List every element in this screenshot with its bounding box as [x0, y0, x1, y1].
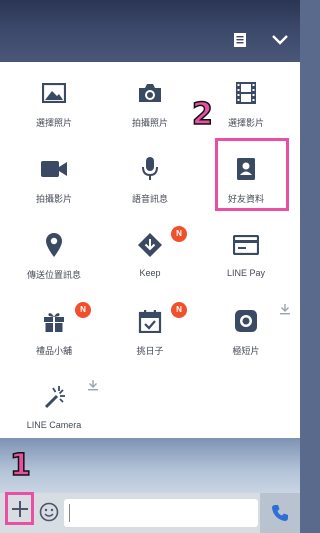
- menu-item-take-photo[interactable]: 拍攝照片: [102, 62, 198, 138]
- menu-item-keep[interactable]: N Keep: [102, 214, 198, 290]
- video-camera-icon: [39, 154, 69, 184]
- menu-item-contact-info[interactable]: 好友資料: [198, 138, 294, 214]
- annotation-step-1: 1: [9, 447, 31, 484]
- call-button[interactable]: [260, 493, 300, 533]
- menu-item-label: 傳送位置訊息: [26, 270, 81, 280]
- menu-item-label: Keep: [139, 268, 161, 278]
- menu-item-label: 拍攝影片: [35, 194, 72, 204]
- menu-item-schedule[interactable]: N 挑日子: [102, 290, 198, 366]
- menu-item-label: 選擇影片: [227, 118, 264, 128]
- emoji-button[interactable]: [38, 501, 60, 523]
- keep-icon: N: [135, 226, 187, 260]
- magic-wand-icon: [39, 380, 98, 412]
- menu-item-snap-movie[interactable]: 極短片: [198, 290, 294, 366]
- chevron-down-icon[interactable]: [268, 28, 292, 52]
- new-badge: N: [75, 302, 91, 318]
- menu-item-label: 挑日子: [136, 346, 164, 356]
- menu-item-record-video[interactable]: 拍攝影片: [6, 138, 102, 214]
- menu-item-label: 選擇照片: [35, 118, 72, 128]
- menu-item-line-camera[interactable]: LINE Camera: [6, 366, 102, 442]
- menu-item-send-location[interactable]: 傳送位置訊息: [6, 214, 102, 290]
- contact-card-icon: [231, 154, 261, 184]
- menu-item-label: 拍攝照片: [131, 118, 168, 128]
- new-badge: N: [171, 302, 187, 318]
- photo-icon: [39, 78, 69, 108]
- gift-icon: N: [39, 302, 91, 336]
- chat-background: [0, 438, 300, 493]
- location-pin-icon: [39, 230, 69, 260]
- annotation-step-2: 2: [191, 96, 213, 133]
- menu-item-label: LINE Pay: [226, 268, 266, 278]
- download-icon: [279, 302, 291, 315]
- chat-header: [0, 0, 300, 62]
- camera-icon: [135, 78, 165, 108]
- notes-icon[interactable]: [228, 28, 252, 52]
- menu-item-label: 好友資料: [227, 194, 264, 204]
- menu-item-voice-message[interactable]: 語音訊息: [102, 138, 198, 214]
- menu-item-label: LINE Camera: [26, 420, 82, 430]
- menu-item-label: 語音訊息: [131, 194, 168, 204]
- calendar-check-icon: N: [135, 302, 187, 336]
- phone-icon: [272, 505, 288, 521]
- menu-item-choose-photo[interactable]: 選擇照片: [6, 62, 102, 138]
- microphone-icon: [135, 154, 165, 184]
- smiley-icon: [39, 502, 59, 522]
- attachment-menu: 選擇照片 拍攝照片 選擇影片 拍攝影片 語音訊息 好友資料 傳送位置訊息 N K…: [6, 62, 294, 438]
- film-icon: [231, 78, 261, 108]
- plus-icon: [11, 500, 28, 517]
- card-icon: [231, 230, 261, 260]
- menu-item-label: 禮品小舖: [35, 346, 72, 356]
- record-icon: [231, 304, 290, 336]
- download-icon: [87, 378, 99, 391]
- plus-button[interactable]: [5, 492, 34, 525]
- menu-item-label: 極短片: [232, 346, 260, 356]
- chat-screen: 選擇照片 拍攝照片 選擇影片 拍攝影片 語音訊息 好友資料 傳送位置訊息 N K…: [0, 0, 300, 533]
- message-input[interactable]: [64, 499, 258, 527]
- menu-item-gift-shop[interactable]: N 禮品小舖: [6, 290, 102, 366]
- new-badge: N: [171, 226, 187, 242]
- menu-item-line-pay[interactable]: LINE Pay: [198, 214, 294, 290]
- text-caret: [69, 504, 70, 522]
